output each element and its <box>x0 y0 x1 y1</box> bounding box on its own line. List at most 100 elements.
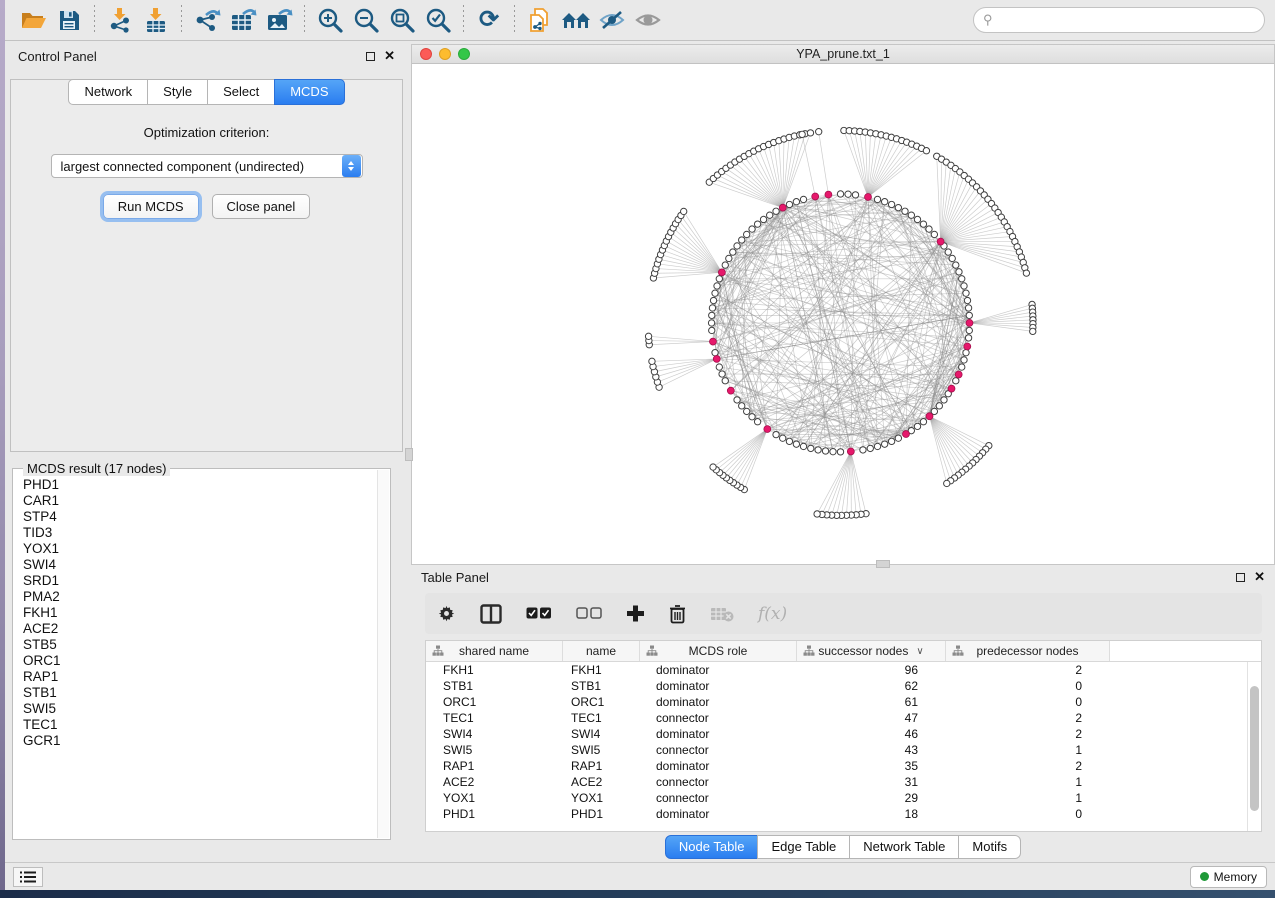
table-scrollbar[interactable] <box>1247 662 1261 831</box>
task-history-button[interactable] <box>13 867 43 887</box>
network-node[interactable] <box>716 364 722 370</box>
column-header-shared-name[interactable]: shared name <box>426 641 563 661</box>
network-node[interactable] <box>941 397 947 403</box>
network-node[interactable] <box>964 297 970 303</box>
table-cell[interactable]: 46 <box>797 727 946 741</box>
table-cell[interactable]: 61 <box>797 695 946 709</box>
zoom-fit-button[interactable] <box>384 4 420 36</box>
hub-node[interactable] <box>812 193 819 200</box>
table-cell[interactable]: ACE2 <box>426 775 563 789</box>
network-node[interactable] <box>956 269 962 275</box>
result-node-item[interactable]: FKH1 <box>23 605 376 621</box>
table-cell[interactable]: 0 <box>946 807 1110 821</box>
network-node[interactable] <box>914 216 920 222</box>
network-node[interactable] <box>649 358 655 364</box>
function-builder-button[interactable]: f(x) <box>758 604 787 624</box>
table-row[interactable]: STB1STB1dominator620 <box>426 678 1247 694</box>
network-node[interactable] <box>965 335 971 341</box>
table-cell[interactable]: SWI5 <box>426 743 563 757</box>
add-column-button[interactable] <box>626 604 645 623</box>
result-node-item[interactable]: RAP1 <box>23 669 376 685</box>
table-row[interactable]: RAP1RAP1dominator352 <box>426 758 1247 774</box>
network-node[interactable] <box>920 419 926 425</box>
delete-table-button[interactable] <box>710 606 734 622</box>
table-cell[interactable]: SWI4 <box>563 727 640 741</box>
table-cell[interactable]: 0 <box>946 679 1110 693</box>
hub-node[interactable] <box>948 385 955 392</box>
column-header-predecessor-nodes[interactable]: predecessor nodes <box>946 641 1110 661</box>
network-node[interactable] <box>800 443 806 449</box>
table-cell[interactable]: dominator <box>640 679 797 693</box>
table-cell[interactable]: connector <box>640 791 797 805</box>
hub-node[interactable] <box>713 355 720 362</box>
result-scrollbar[interactable] <box>377 470 389 838</box>
result-node-item[interactable]: SWI5 <box>23 701 376 717</box>
network-node[interactable] <box>800 196 806 202</box>
table-cell[interactable]: TEC1 <box>426 711 563 725</box>
network-node[interactable] <box>953 262 959 268</box>
run-mcds-button[interactable]: Run MCDS <box>103 194 199 219</box>
network-node[interactable] <box>708 320 714 326</box>
hub-node[interactable] <box>955 371 962 378</box>
network-node[interactable] <box>914 423 920 429</box>
table-row[interactable]: ACE2ACE2connector311 <box>426 774 1247 790</box>
show-all-button[interactable] <box>630 4 666 36</box>
network-node[interactable] <box>722 262 728 268</box>
network-node[interactable] <box>773 431 779 437</box>
network-node[interactable] <box>881 441 887 447</box>
network-node[interactable] <box>867 445 873 451</box>
table-cell[interactable]: 47 <box>797 711 946 725</box>
network-node[interactable] <box>888 438 894 444</box>
zoom-selected-button[interactable] <box>420 4 456 36</box>
network-node[interactable] <box>726 255 732 261</box>
network-node[interactable] <box>709 312 715 318</box>
network-node[interactable] <box>852 192 858 198</box>
table-cell[interactable]: 29 <box>797 791 946 805</box>
network-node[interactable] <box>945 249 951 255</box>
network-node[interactable] <box>710 464 716 470</box>
network-node[interactable] <box>744 231 750 237</box>
table-cell[interactable]: dominator <box>640 695 797 709</box>
network-from-file-button[interactable] <box>522 4 558 36</box>
network-node[interactable] <box>949 255 955 261</box>
table-cell[interactable]: YOX1 <box>426 791 563 805</box>
hub-node[interactable] <box>779 204 786 211</box>
network-node[interactable] <box>786 201 792 207</box>
table-cell[interactable]: dominator <box>640 807 797 821</box>
result-node-item[interactable]: STB1 <box>23 685 376 701</box>
hub-node[interactable] <box>847 448 854 455</box>
table-cell[interactable]: 35 <box>797 759 946 773</box>
table-cell[interactable]: connector <box>640 711 797 725</box>
table-cell[interactable]: 2 <box>946 727 1110 741</box>
export-table-button[interactable] <box>225 4 261 36</box>
network-node[interactable] <box>837 191 843 197</box>
table-cell[interactable]: FKH1 <box>563 663 640 677</box>
table-row[interactable]: TEC1TEC1connector472 <box>426 710 1247 726</box>
network-node[interactable] <box>816 129 822 135</box>
table-row[interactable]: SWI4SWI4dominator462 <box>426 726 1247 742</box>
result-node-item[interactable]: CAR1 <box>23 493 376 509</box>
network-node[interactable] <box>920 221 926 227</box>
table-settings-button[interactable] <box>437 604 456 623</box>
result-node-item[interactable]: PHD1 <box>23 477 376 493</box>
result-node-item[interactable]: GCR1 <box>23 733 376 749</box>
close-panel-button[interactable]: Close panel <box>212 194 311 219</box>
network-node[interactable] <box>807 130 813 136</box>
column-header-name[interactable]: name <box>563 641 640 661</box>
network-node[interactable] <box>845 191 851 197</box>
tab-motifs[interactable]: Motifs <box>958 835 1021 859</box>
hide-selected-button[interactable] <box>594 4 630 36</box>
network-node[interactable] <box>895 204 901 210</box>
table-cell[interactable]: 43 <box>797 743 946 757</box>
network-node[interactable] <box>754 221 760 227</box>
show-columns-button[interactable] <box>480 604 502 624</box>
network-node[interactable] <box>902 208 908 214</box>
network-node[interactable] <box>780 435 786 441</box>
network-node[interactable] <box>814 511 820 517</box>
table-cell[interactable]: 0 <box>946 695 1110 709</box>
table-row[interactable]: PHD1PHD1dominator180 <box>426 806 1247 822</box>
hub-node[interactable] <box>764 426 771 433</box>
table-cell[interactable]: RAP1 <box>563 759 640 773</box>
memory-button[interactable]: Memory <box>1190 866 1267 888</box>
table-row[interactable]: SWI5SWI5connector431 <box>426 742 1247 758</box>
